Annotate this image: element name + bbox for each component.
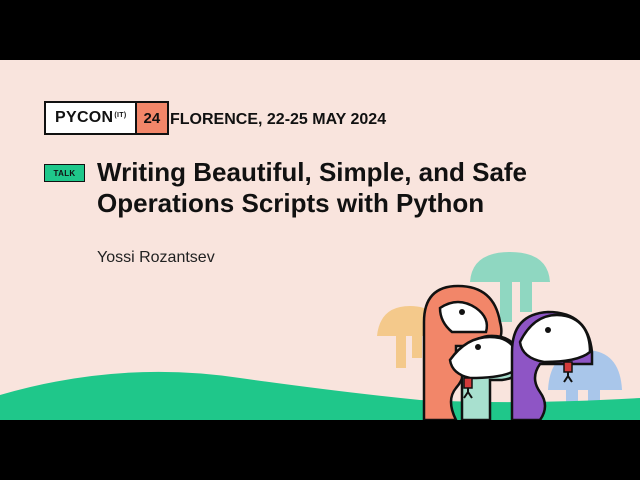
talk-title-slide: PYCON (IT) 24 FLORENCE, 22-25 MAY 2024 TA… — [0, 60, 640, 420]
snake-illustration — [0, 252, 640, 420]
letterbox-top — [0, 0, 640, 60]
letterbox-bottom — [0, 420, 640, 480]
